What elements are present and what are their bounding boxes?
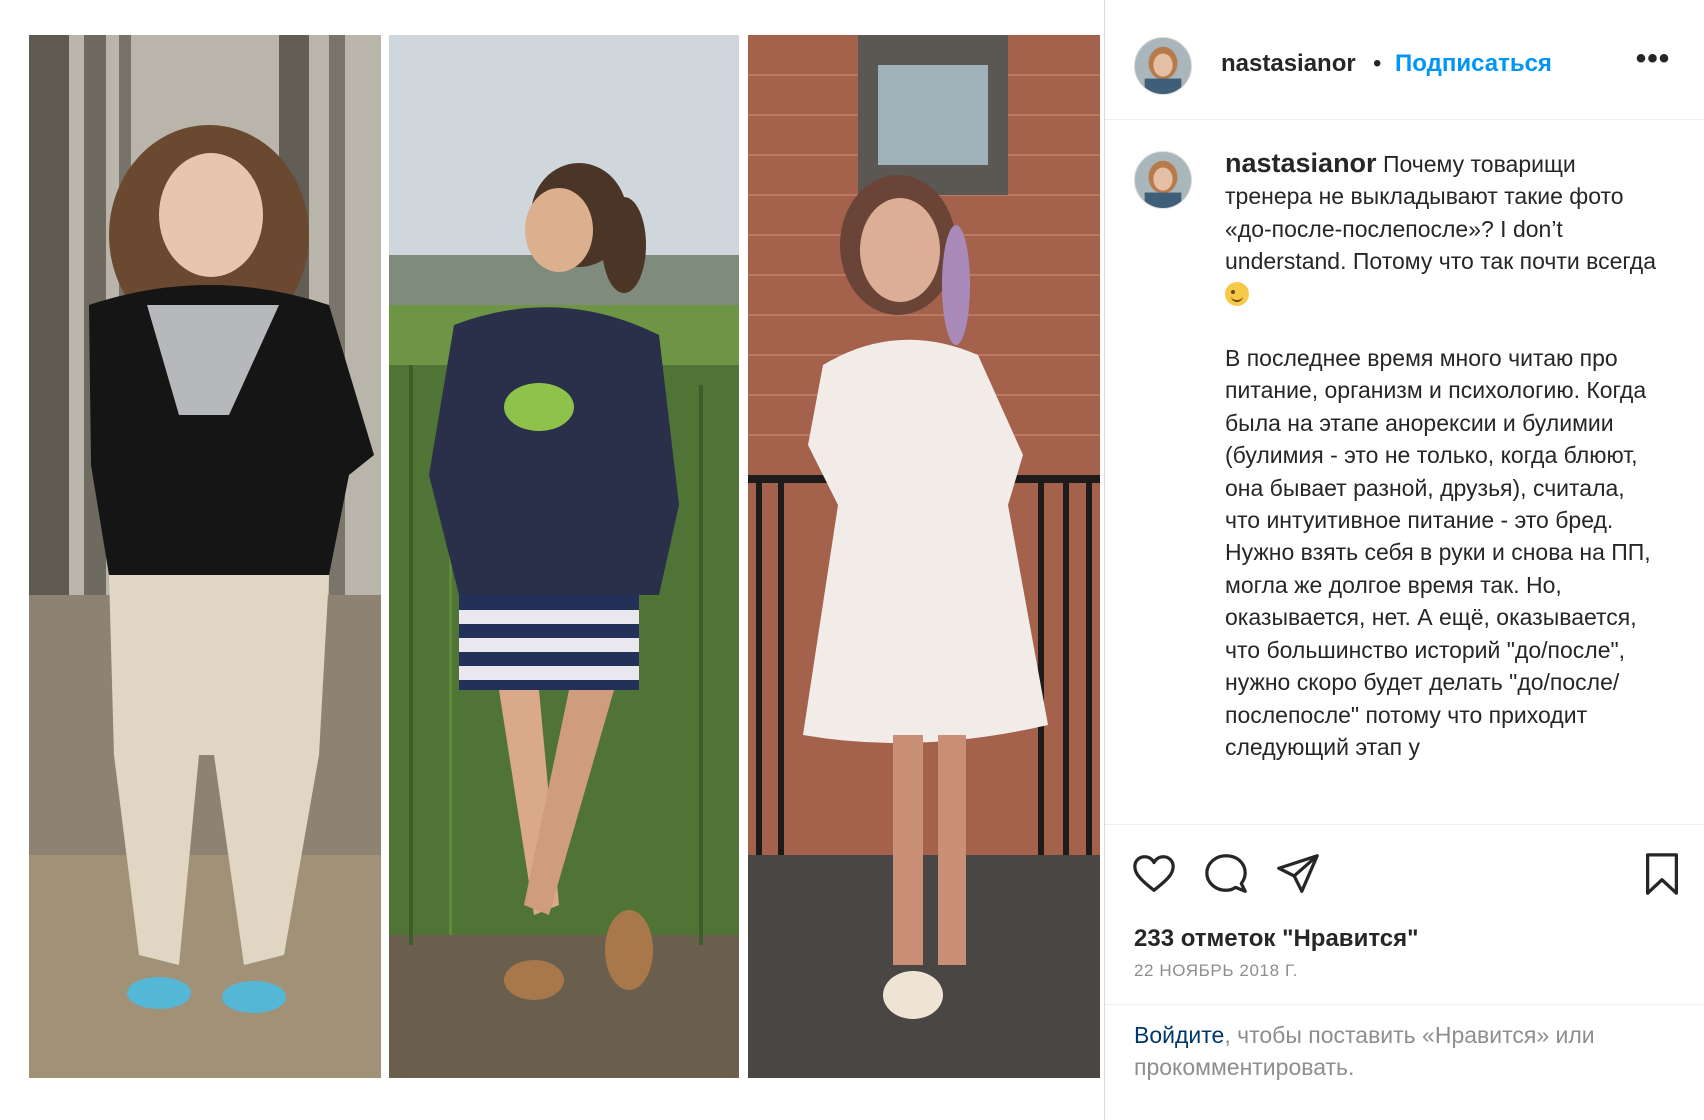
caption-avatar[interactable]	[1134, 151, 1192, 209]
post-media[interactable]	[0, 0, 1104, 1120]
photo-before	[29, 35, 381, 1078]
post-header: nastasianor • Подписаться •••	[1105, 0, 1704, 120]
header-username[interactable]: nastasianor	[1221, 50, 1356, 78]
post-actions: 233 отметок "Нравится" 22 НОЯБРЬ 2018 Г.	[1105, 824, 1704, 1004]
login-link[interactable]: Войдите	[1134, 1022, 1224, 1048]
login-prompt: Войдите, чтобы поставить «Нравится» или …	[1105, 1004, 1704, 1120]
comment-icon[interactable]	[1203, 851, 1249, 897]
heart-icon[interactable]	[1131, 851, 1177, 897]
more-options-icon[interactable]: •••	[1633, 42, 1673, 82]
photo-after	[389, 35, 739, 1078]
avatar[interactable]	[1134, 37, 1192, 95]
separator-dot: •	[1373, 50, 1382, 77]
login-text: Войдите, чтобы поставить «Нравится» или …	[1134, 1019, 1674, 1083]
share-icon[interactable]	[1275, 851, 1321, 897]
bookmark-icon[interactable]	[1639, 851, 1685, 897]
caption-paragraph-2: В последнее время много читаю про питани…	[1225, 345, 1651, 760]
likes-count[interactable]: 233 отметок "Нравится"	[1134, 925, 1418, 953]
post-date: 22 НОЯБРЬ 2018 Г.	[1134, 961, 1299, 980]
wink-emoji-icon	[1225, 281, 1249, 306]
caption-username[interactable]: nastasianor	[1225, 148, 1377, 178]
post-side-panel: nastasianor • Подписаться ••• nastasiano…	[1104, 0, 1704, 1120]
photo-after-after	[748, 35, 1100, 1078]
post-caption: nastasianor Почему товарищи тренера не в…	[1225, 147, 1665, 763]
follow-button[interactable]: Подписаться	[1395, 50, 1552, 78]
comments-area[interactable]: nastasianor Почему товарищи тренера не в…	[1105, 121, 1704, 824]
